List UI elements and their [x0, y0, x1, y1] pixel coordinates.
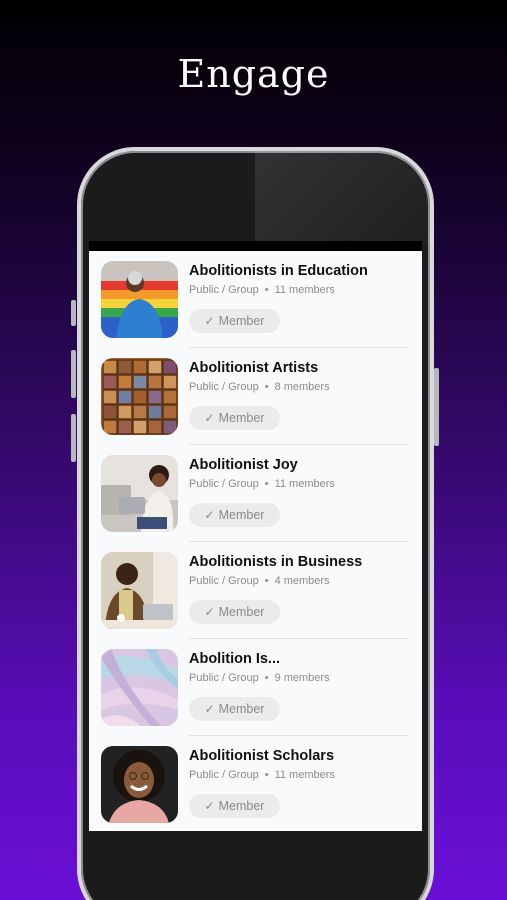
phone-glare	[255, 151, 430, 246]
group-title[interactable]: Abolitionist Artists	[189, 360, 318, 376]
group-type: Public / Group	[189, 769, 259, 781]
group-thumbnail[interactable]	[101, 746, 178, 823]
meta-separator: •	[264, 284, 269, 296]
meta-separator: •	[264, 769, 269, 781]
member-button[interactable]: ✓ Member	[189, 600, 280, 624]
marble-pastel-image	[101, 649, 178, 726]
member-count: 11 members	[274, 478, 335, 490]
phone-side-button	[71, 300, 76, 326]
group-type: Public / Group	[189, 381, 259, 393]
group-type: Public / Group	[189, 478, 259, 490]
woman-with-laptop-image	[101, 455, 178, 532]
group-meta: Public / Group • 4 members	[189, 575, 330, 587]
member-count: 4 members	[274, 575, 330, 587]
group-title[interactable]: Abolitionist Joy	[189, 457, 298, 473]
group-title[interactable]: Abolitionists in Education	[189, 263, 368, 279]
group-list-screen: Abolitionists in Education Public / Grou…	[89, 241, 422, 831]
member-count: 11 members	[274, 769, 335, 781]
group-meta: Public / Group • 11 members	[189, 284, 335, 296]
group-item[interactable]: Abolitionist Scholars Public / Group • 11 …	[89, 736, 422, 831]
group-thumbnail[interactable]	[101, 455, 178, 532]
group-meta: Public / Group • 9 members	[189, 672, 330, 684]
member-button-label: Member	[218, 411, 265, 425]
member-button-label: Member	[218, 702, 265, 716]
meta-separator: •	[264, 672, 269, 684]
smiling-woman-image	[101, 746, 178, 823]
group-type: Public / Group	[189, 575, 259, 587]
check-icon: ✓	[204, 314, 215, 328]
member-button[interactable]: ✓ Member	[189, 503, 280, 527]
meta-separator: •	[264, 381, 269, 393]
group-meta: Public / Group • 11 members	[189, 478, 335, 490]
member-button-label: Member	[218, 314, 265, 328]
group-thumbnail[interactable]	[101, 261, 178, 338]
group-title[interactable]: Abolitionist Scholars	[189, 748, 334, 764]
group-thumbnail[interactable]	[101, 552, 178, 629]
group-title[interactable]: Abolition Is...	[189, 651, 280, 667]
member-button[interactable]: ✓ Member	[189, 794, 280, 818]
phone-power-button	[434, 368, 439, 446]
group-type: Public / Group	[189, 672, 259, 684]
check-icon: ✓	[204, 702, 215, 716]
group-meta: Public / Group • 11 members	[189, 769, 335, 781]
member-button-label: Member	[218, 508, 265, 522]
person-pride-flag-image	[101, 261, 178, 338]
group-item[interactable]: Abolitionist Artists Public / Group • 8 me…	[89, 348, 422, 445]
member-count: 8 members	[274, 381, 330, 393]
member-button[interactable]: ✓ Member	[189, 309, 280, 333]
check-icon: ✓	[204, 411, 215, 425]
group-item[interactable]: Abolitionists in Education Public / Grou…	[89, 251, 422, 348]
phone-volume-down	[71, 414, 76, 462]
headline: Engage	[177, 52, 330, 96]
group-thumbnail[interactable]	[101, 649, 178, 726]
check-icon: ✓	[204, 799, 215, 813]
man-at-desk-image	[101, 552, 178, 629]
member-button-label: Member	[218, 605, 265, 619]
group-item[interactable]: Abolition Is... Public / Group • 9 members…	[89, 639, 422, 736]
member-count: 11 members	[274, 284, 335, 296]
check-icon: ✓	[204, 605, 215, 619]
group-item[interactable]: Abolitionist Joy Public / Group • 11 membe…	[89, 445, 422, 542]
status-bar	[89, 241, 422, 251]
group-title[interactable]: Abolitionists in Business	[189, 554, 362, 570]
member-button-label: Member	[218, 799, 265, 813]
group-thumbnail[interactable]	[101, 358, 178, 435]
meta-separator: •	[264, 478, 269, 490]
meta-separator: •	[264, 575, 269, 587]
mosaic-tiles-image	[101, 358, 178, 435]
group-meta: Public / Group • 8 members	[189, 381, 330, 393]
member-button[interactable]: ✓ Member	[189, 406, 280, 430]
group-type: Public / Group	[189, 284, 259, 296]
check-icon: ✓	[204, 508, 215, 522]
member-count: 9 members	[274, 672, 330, 684]
phone-volume-up	[71, 350, 76, 398]
group-item[interactable]: Abolitionists in Business Public / Group…	[89, 542, 422, 639]
member-button[interactable]: ✓ Member	[189, 697, 280, 721]
